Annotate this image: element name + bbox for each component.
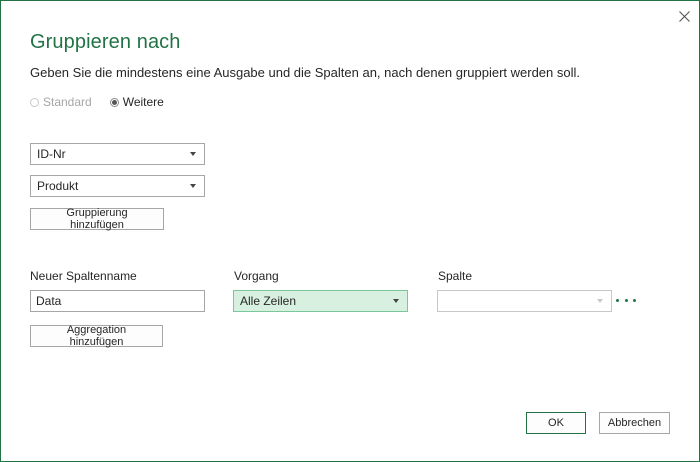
close-icon: [678, 10, 690, 22]
group-by-column-select-1[interactable]: ID-Nr: [30, 143, 205, 165]
mode-radio-group: Standard Weitere: [30, 95, 164, 109]
more-options-icon[interactable]: [616, 293, 636, 307]
dialog-description: Geben Sie die mindestens eine Ausgabe un…: [30, 65, 580, 80]
advanced-radio[interactable]: Weitere: [109, 95, 164, 109]
dialog-title: Gruppieren nach: [30, 31, 181, 53]
add-aggregation-button[interactable]: Aggregation hinzufügen: [30, 324, 163, 348]
cancel-button[interactable]: Abbrechen: [599, 412, 670, 434]
radio-selected-icon: [109, 97, 119, 107]
operation-header: Vorgang: [234, 269, 279, 283]
column-header: Spalte: [438, 269, 473, 283]
operation-value: Alle Zeilen: [240, 294, 297, 308]
ok-button[interactable]: OK: [526, 412, 586, 434]
chevron-down-icon: [190, 184, 196, 188]
group-by-column-value: Produkt: [37, 179, 79, 193]
aggregation-column-select[interactable]: [437, 290, 612, 312]
chevron-down-icon: [393, 299, 399, 303]
group-by-column-value: ID-Nr: [37, 147, 66, 161]
radio-circle-icon: [30, 97, 39, 107]
standard-radio-label: Standard: [43, 95, 92, 109]
group-by-dialog: Gruppieren nach Geben Sie die mindestens…: [0, 0, 700, 462]
chevron-down-icon: [597, 299, 603, 303]
add-grouping-button[interactable]: Gruppierung hinzufügen: [30, 207, 164, 231]
advanced-radio-label: Weitere: [122, 95, 164, 109]
new-column-name-header: Neuer Spaltenname: [30, 269, 137, 283]
group-by-column-select-2[interactable]: Produkt: [30, 175, 205, 197]
chevron-down-icon: [190, 152, 196, 156]
operation-select[interactable]: Alle Zeilen: [233, 290, 408, 312]
new-column-name-input[interactable]: [30, 290, 205, 312]
standard-radio: Standard: [30, 95, 92, 109]
close-button[interactable]: [673, 5, 695, 27]
